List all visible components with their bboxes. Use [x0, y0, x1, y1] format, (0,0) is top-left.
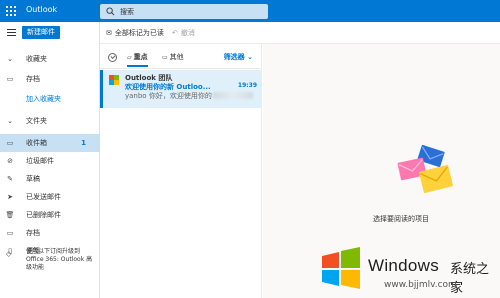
sidebar-item-label: 存档	[26, 229, 40, 237]
send-icon: ➤	[7, 193, 13, 201]
tab-other[interactable]: ▭ 其他	[162, 52, 184, 65]
trash-icon: 🗑	[5, 211, 15, 219]
tab-focused-label: 重点	[133, 53, 148, 61]
archive-icon: ▭	[6, 75, 14, 83]
windows-logo-icon	[322, 247, 360, 289]
new-mail-button[interactable]: 新建邮件	[22, 26, 60, 39]
tab-focused[interactable]: ▱ 重点	[127, 52, 148, 67]
junk-icon: ⊘	[7, 157, 13, 165]
sidebar-item-deleted[interactable]: 🗑 已删除邮件	[0, 206, 100, 224]
redacted-text	[213, 92, 253, 99]
watermark-url: www.bjjmlv.com	[384, 280, 457, 290]
watermark-title: Windows	[368, 256, 440, 275]
filter-button[interactable]: 筛选器 ⌄	[224, 52, 253, 62]
select-all-checkbox[interactable]	[108, 53, 117, 62]
command-bar: ✉ 全部标记为已读 ↶ 撤消	[100, 22, 500, 44]
chevron-down-icon: ⌄	[7, 117, 13, 125]
message-list: ▱ 重点 ▭ 其他 筛选器 ⌄ Outlook 团队 欢迎使用你的新 Outlo…	[100, 44, 262, 298]
message-preview: yanbo 你好，欢迎使用你的	[125, 92, 212, 100]
add-favorite-link[interactable]: 加入收藏夹	[26, 94, 61, 104]
focused-icon: ▱	[127, 53, 132, 61]
folders-label: 文件夹	[26, 117, 47, 125]
search-input[interactable]: 搜索	[100, 4, 268, 19]
undo-button[interactable]: ↶ 撤消	[172, 28, 195, 38]
divider	[100, 68, 262, 69]
list-item[interactable]: Outlook 团队 欢迎使用你的新 Outloo... 19:39 yanbo…	[100, 70, 262, 108]
top-bar: Outlook 搜索	[0, 0, 500, 22]
menu-icon[interactable]	[7, 29, 16, 36]
archive-icon: ▭	[6, 229, 14, 237]
watermark-site-name: 系统之家	[450, 262, 490, 296]
unread-count: 1	[81, 139, 86, 147]
sidebar-item-label: 垃圾邮件	[26, 157, 54, 165]
app-launcher-icon[interactable]	[6, 6, 16, 16]
sidebar-item-archive[interactable]: ▭ 存档	[0, 224, 100, 242]
filter-label: 筛选器	[223, 53, 245, 61]
sidebar-item-fav-archive[interactable]: ▭ 存档	[0, 70, 100, 88]
message-time: 19:39	[237, 82, 257, 89]
sidebar: 新建邮件 ⌄ 收藏夹 ▭ 存档 加入收藏夹 ⌄ 文件夹 ▭ 收件箱 1 ⊘ 垃圾…	[0, 22, 100, 298]
inbox-icon: ▭	[6, 139, 14, 147]
diamond-icon: ◇	[6, 250, 12, 258]
mark-all-read-button[interactable]: ✉ 全部标记为已读	[106, 28, 164, 38]
favorites-label: 收藏夹	[26, 55, 47, 63]
tab-other-label: 其他	[169, 53, 184, 61]
sidebar-item-label: 草稿	[26, 175, 40, 183]
sidebar-item-sent[interactable]: ➤ 已发送邮件	[0, 188, 100, 206]
search-placeholder: 搜索	[120, 8, 134, 16]
sidebar-item-drafts[interactable]: ✎ 草稿	[0, 170, 100, 188]
envelopes-illustration	[397, 144, 454, 194]
chevron-down-icon: ⌄	[247, 53, 253, 61]
other-icon: ▭	[162, 53, 168, 61]
undo-icon: ↶	[172, 29, 178, 37]
sidebar-item-label: 收件箱	[26, 139, 47, 147]
sidebar-item-label: 已删除邮件	[26, 211, 61, 219]
folders-header[interactable]: ⌄ 文件夹	[0, 112, 100, 130]
drafts-icon: ✎	[7, 175, 13, 183]
mark-all-read-label: 全部标记为已读	[114, 29, 164, 37]
sidebar-item-junk[interactable]: ⊘ 垃圾邮件	[0, 152, 100, 170]
microsoft-logo-icon	[109, 75, 119, 85]
chevron-down-icon: ⌄	[7, 55, 13, 63]
watermark: Windows 系统之家 www.bjjmlv.com	[300, 240, 500, 298]
search-icon	[106, 7, 115, 16]
app-title[interactable]: Outlook	[26, 5, 57, 14]
upgrade-promo-text: 使用以下订阅升级到 Office 365: Outlook 高级功能	[26, 248, 93, 271]
favorites-header[interactable]: ⌄ 收藏夹	[0, 50, 100, 68]
empty-reading-text: 选择要阅读的项目	[373, 215, 429, 223]
sidebar-item-label: 存档	[26, 75, 40, 83]
sidebar-item-label: 已发送邮件	[26, 193, 61, 201]
envelope-open-icon: ✉	[106, 29, 112, 37]
sidebar-item-inbox[interactable]: ▭ 收件箱 1	[0, 134, 100, 152]
undo-label: 撤消	[180, 29, 195, 37]
